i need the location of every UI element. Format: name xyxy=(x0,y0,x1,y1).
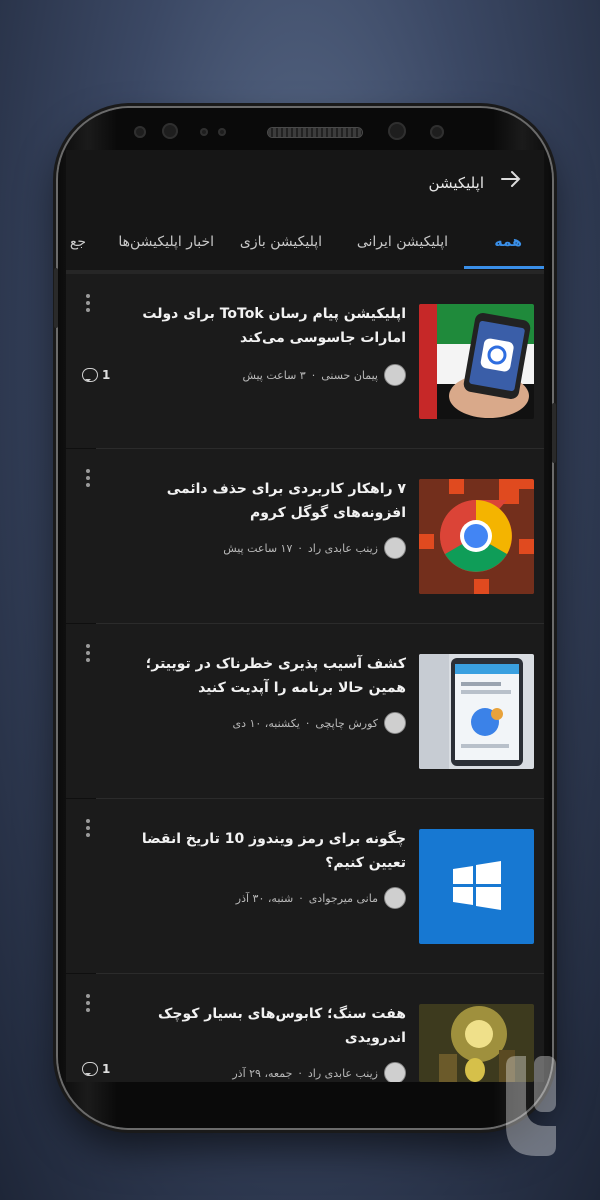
avatar xyxy=(384,887,406,909)
comment-icon xyxy=(82,368,98,382)
phone-screen-icon xyxy=(419,654,534,769)
more-vert-icon[interactable] xyxy=(86,294,92,315)
list-item[interactable]: اپلیکیشن پیام رسان ToTok برای دولت امارا… xyxy=(66,274,544,448)
meta-separator: · xyxy=(299,891,303,905)
sensor-dot xyxy=(134,126,146,138)
tab-app-news[interactable]: اخبار اپلیکیشن‌ها xyxy=(118,234,214,250)
more-vert-icon[interactable] xyxy=(86,644,92,665)
article-headline[interactable]: ۷ راهکار کاربردی برای حذف دائمی افزونه‌ه… xyxy=(126,477,406,525)
article-meta: مانی میرجوادی · شنبه، ۳۰ آذر xyxy=(236,887,406,909)
article-meta: کورش چاپچی · یکشنبه، ۱۰ دی xyxy=(232,712,406,734)
tab-all[interactable]: همه xyxy=(494,234,522,250)
sensor-dot xyxy=(430,125,444,139)
article-headline[interactable]: هفت سنگ؛ کابوس‌های بسیار کوچک اندرویدی xyxy=(126,1002,406,1050)
article-list: اپلیکیشن پیام رسان ToTok برای دولت امارا… xyxy=(66,274,544,1082)
list-item[interactable]: هفت سنگ؛ کابوس‌های بسیار کوچک اندرویدی ز… xyxy=(66,974,544,1082)
comment-icon xyxy=(82,1062,98,1076)
app-screen: اپلیکیشن همه اپلیکیشن ایرانی اپلیکیشن با… xyxy=(66,150,544,1082)
article-meta: زینب عابدی راد · ۱۷ ساعت پیش xyxy=(223,537,406,559)
earpiece-speaker xyxy=(268,128,362,137)
more-vert-icon[interactable] xyxy=(86,819,92,840)
chrome-icon xyxy=(419,479,534,594)
publish-time: شنبه، ۳۰ آذر xyxy=(235,891,294,905)
avatar xyxy=(384,537,406,559)
page-title: اپلیکیشن xyxy=(428,174,484,192)
tab-bar: همه اپلیکیشن ایرانی اپلیکیشن بازی اخبار … xyxy=(66,220,544,274)
article-meta: پیمان حسنی · ۳ ساعت پیش xyxy=(242,364,406,386)
phone-frame: اپلیکیشن همه اپلیکیشن ایرانی اپلیکیشن با… xyxy=(54,108,556,1128)
volume-button xyxy=(54,268,58,328)
avatar xyxy=(384,712,406,734)
meta-separator: · xyxy=(298,541,302,555)
author-name: مانی میرجوادی xyxy=(308,891,378,905)
more-vert-icon[interactable] xyxy=(86,469,92,490)
comment-count[interactable]: 1 xyxy=(82,1062,110,1076)
avatar xyxy=(384,1062,406,1082)
publish-time: ۱۷ ساعت پیش xyxy=(223,541,293,555)
author-name: زینب عابدی راد xyxy=(307,1066,378,1080)
active-tab-indicator xyxy=(464,266,544,269)
author-name: کورش چاپچی xyxy=(315,716,378,730)
sensor-dot xyxy=(200,128,208,136)
article-headline[interactable]: اپلیکیشن پیام رسان ToTok برای دولت امارا… xyxy=(126,302,406,350)
store-watermark-icon xyxy=(496,1046,566,1166)
article-meta: زینب عابدی راد · جمعه، ۲۹ آذر xyxy=(232,1062,406,1082)
phone-app-icon xyxy=(419,304,534,419)
meta-separator: · xyxy=(311,368,316,382)
publish-time: جمعه، ۲۹ آذر xyxy=(232,1066,293,1080)
arrow-right-icon[interactable] xyxy=(496,166,526,196)
publish-time: یکشنبه، ۱۰ دی xyxy=(232,716,300,730)
list-item[interactable]: کشف آسیب پذیری خطرناک در توییتر؛ همین حا… xyxy=(66,624,544,798)
power-button xyxy=(552,403,556,463)
publish-time: ۳ ساعت پیش xyxy=(242,368,306,382)
author-name: پیمان حسنی xyxy=(321,368,378,382)
tab-more[interactable]: جع xyxy=(70,234,86,250)
more-vert-icon[interactable] xyxy=(86,994,92,1015)
article-headline[interactable]: چگونه برای رمز ویندوز 10 تاریخ انقضا تعی… xyxy=(126,827,406,875)
tab-iranian-apps[interactable]: اپلیکیشن ایرانی xyxy=(357,234,448,250)
list-item[interactable]: ۷ راهکار کاربردی برای حذف دائمی افزونه‌ه… xyxy=(66,449,544,623)
meta-separator: · xyxy=(298,1066,302,1080)
app-bar: اپلیکیشن xyxy=(66,150,544,220)
iris-camera xyxy=(388,122,406,140)
author-name: زینب عابدی راد xyxy=(307,541,378,555)
windows-icon xyxy=(419,829,534,944)
sensor-dot xyxy=(218,128,226,136)
meta-separator: · xyxy=(305,716,310,730)
avatar xyxy=(384,364,406,386)
tab-game-apps[interactable]: اپلیکیشن بازی xyxy=(240,234,322,250)
front-camera xyxy=(162,123,178,139)
list-item[interactable]: چگونه برای رمز ویندوز 10 تاریخ انقضا تعی… xyxy=(66,799,544,973)
comment-count[interactable]: 1 xyxy=(82,368,110,382)
article-headline[interactable]: کشف آسیب پذیری خطرناک در توییتر؛ همین حا… xyxy=(126,652,406,700)
